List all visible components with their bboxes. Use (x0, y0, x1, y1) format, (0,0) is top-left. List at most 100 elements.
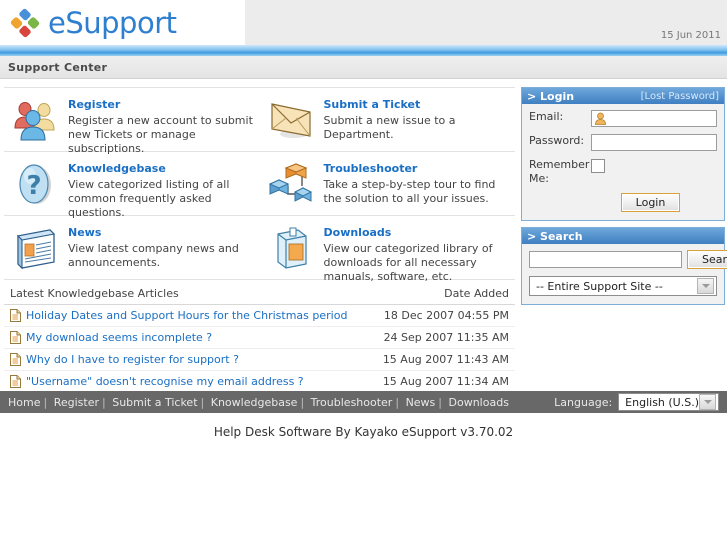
article-cell: My download seems incomplete ? (10, 331, 212, 344)
feature-title-troubleshooter[interactable]: Troubleshooter (324, 162, 512, 175)
language-area: Language: English (U.S.) (554, 393, 719, 411)
copyright-text: Help Desk Software By Kayako eSupport v3… (213, 425, 514, 439)
feature-news[interactable]: News View latest company news and announ… (4, 216, 260, 280)
feature-desc-downloads: View our categorized library of download… (323, 242, 493, 283)
table-row[interactable]: "Username" doesn't recognise my email ad… (4, 371, 515, 393)
login-panel-body: Email: Password: Remember Me: Login (522, 104, 724, 220)
footer-link-news[interactable]: News (406, 396, 436, 409)
login-panel: > Login [Lost Password] Email: Password:… (521, 87, 725, 221)
feature-desc-troubleshooter: Take a step-by-step tour to find the sol… (323, 178, 496, 205)
feature-text: Troubleshooter Take a step-by-step tour … (324, 160, 512, 206)
feature-submit-ticket[interactable]: Submit a Ticket Submit a new issue to a … (259, 88, 515, 152)
articles-heading: Latest Knowledgebase Articles (10, 287, 179, 300)
feature-text: Register Register a new account to submi… (68, 96, 256, 156)
login-panel-header: > Login [Lost Password] (522, 88, 724, 104)
footer-link-register[interactable]: Register (54, 396, 99, 409)
search-button[interactable]: Search (687, 250, 727, 269)
email-row: Email: (529, 110, 717, 127)
article-link[interactable]: Why do I have to register for support ? (26, 353, 239, 366)
body-wrapper: Register Register a new account to submi… (0, 79, 727, 393)
article-link[interactable]: "Username" doesn't recognise my email ad… (26, 375, 304, 388)
page-header: eSupport 15 Jun 2011 (0, 0, 727, 45)
remember-me-checkbox[interactable] (591, 159, 605, 173)
email-control (591, 110, 717, 127)
footer-link-knowledgebase[interactable]: Knowledgebase (211, 396, 298, 409)
article-cell: "Username" doesn't recognise my email ad… (10, 375, 304, 388)
footer-link-home[interactable]: Home (8, 396, 40, 409)
login-button[interactable]: Login (620, 193, 681, 212)
chevron-down-icon[interactable] (699, 394, 716, 410)
search-panel-header: > Search (522, 228, 724, 244)
footer-bar: Home | Register | Submit a Ticket | Knowled… (0, 391, 727, 413)
question-mark-icon: ? (10, 160, 62, 208)
document-icon (10, 353, 21, 366)
feature-text: News View latest company news and announ… (68, 224, 256, 270)
remember-row: Remember Me: (529, 158, 717, 186)
article-cell: Holiday Dates and Support Hours for the … (10, 309, 347, 322)
feature-grid: Register Register a new account to submi… (4, 87, 515, 283)
feature-title-news[interactable]: News (68, 226, 256, 239)
footer-link-troubleshooter[interactable]: Troubleshooter (311, 396, 393, 409)
software-box-icon (266, 224, 318, 272)
table-row[interactable]: Why do I have to register for support ? … (4, 349, 515, 371)
kayako-diamond-logo-icon (10, 8, 40, 38)
article-cell: Why do I have to register for support ? (10, 353, 239, 366)
lost-password-link[interactable]: [Lost Password] (641, 91, 719, 102)
language-select[interactable]: English (U.S.) (618, 393, 719, 411)
footer-link-submit-ticket[interactable]: Submit a Ticket (112, 396, 197, 409)
footer-nav: Home | Register | Submit a Ticket | Knowled… (8, 395, 509, 409)
search-panel-body: Search -- Entire Support Site -- (522, 244, 727, 304)
footer-link-downloads[interactable]: Downloads (449, 396, 509, 409)
article-date: 24 Sep 2007 11:35 AM (383, 331, 509, 344)
feature-troubleshooter[interactable]: Troubleshooter Take a step-by-step tour … (259, 152, 515, 216)
feature-title-register[interactable]: Register (68, 98, 256, 111)
subheader: Support Center (0, 56, 727, 79)
logo-text: eSupport (48, 5, 177, 40)
feature-title-submit-ticket[interactable]: Submit a Ticket (324, 98, 512, 111)
main-column: Register Register a new account to submi… (4, 87, 515, 393)
esupport-page: eSupport 15 Jun 2011 Support Center Regi… (0, 0, 727, 545)
feature-desc-register: Register a new account to submit new Tic… (68, 114, 253, 155)
feature-desc-submit-ticket: Submit a new issue to a Department. (323, 114, 456, 141)
page-title: Support Center (8, 60, 108, 74)
feature-knowledgebase[interactable]: ? Knowledgebase View categorized listing… (4, 152, 260, 219)
table-row[interactable]: Holiday Dates and Support Hours for the … (4, 305, 515, 327)
article-link[interactable]: My download seems incomplete ? (26, 331, 212, 344)
svg-text:?: ? (26, 171, 41, 201)
network-nodes-icon (266, 160, 318, 208)
email-label: Email: (529, 110, 564, 123)
table-row[interactable]: My download seems incomplete ? 24 Sep 20… (4, 327, 515, 349)
articles-header-row: Latest Knowledgebase Articles Date Added (4, 284, 515, 305)
feature-desc-knowledgebase: View categorized listing of all common f… (68, 178, 230, 219)
search-panel: > Search Search -- Entire Support Site -… (521, 227, 727, 305)
article-date: 15 Aug 2007 11:34 AM (382, 375, 509, 388)
remember-control (591, 158, 717, 173)
email-field[interactable] (591, 110, 717, 127)
articles-date-heading: Date Added (444, 287, 509, 300)
document-icon (10, 331, 21, 344)
chevron-down-icon[interactable] (697, 278, 714, 294)
feature-title-downloads[interactable]: Downloads (324, 226, 512, 239)
password-label: Password: (529, 134, 585, 147)
feature-text: Submit a Ticket Submit a new issue to a … (324, 96, 512, 142)
article-date: 18 Dec 2007 04:55 PM (383, 309, 509, 322)
document-icon (10, 309, 21, 322)
search-scope-select[interactable]: -- Entire Support Site -- (529, 276, 717, 296)
password-field[interactable] (591, 134, 717, 151)
feature-title-knowledgebase[interactable]: Knowledgebase (68, 162, 256, 175)
language-value: English (U.S.) (625, 395, 699, 409)
password-control (591, 134, 717, 151)
search-input[interactable] (529, 251, 682, 268)
remember-me-label: Remember Me: (529, 158, 590, 185)
login-button-row: Login (529, 193, 717, 212)
feature-downloads[interactable]: Downloads View our categorized library o… (259, 216, 515, 283)
sidebar: > Login [Lost Password] Email: Password:… (521, 87, 727, 311)
article-date: 15 Aug 2007 11:43 AM (382, 353, 509, 366)
logo-area[interactable]: eSupport (0, 0, 245, 45)
feature-text: Knowledgebase View categorized listing o… (68, 160, 256, 220)
feature-register[interactable]: Register Register a new account to submi… (4, 88, 260, 155)
feature-desc-news: View latest company news and announcemen… (68, 242, 239, 269)
newspaper-icon (10, 224, 62, 272)
article-link[interactable]: Holiday Dates and Support Hours for the … (26, 309, 347, 322)
login-panel-title: > Login (527, 89, 575, 103)
